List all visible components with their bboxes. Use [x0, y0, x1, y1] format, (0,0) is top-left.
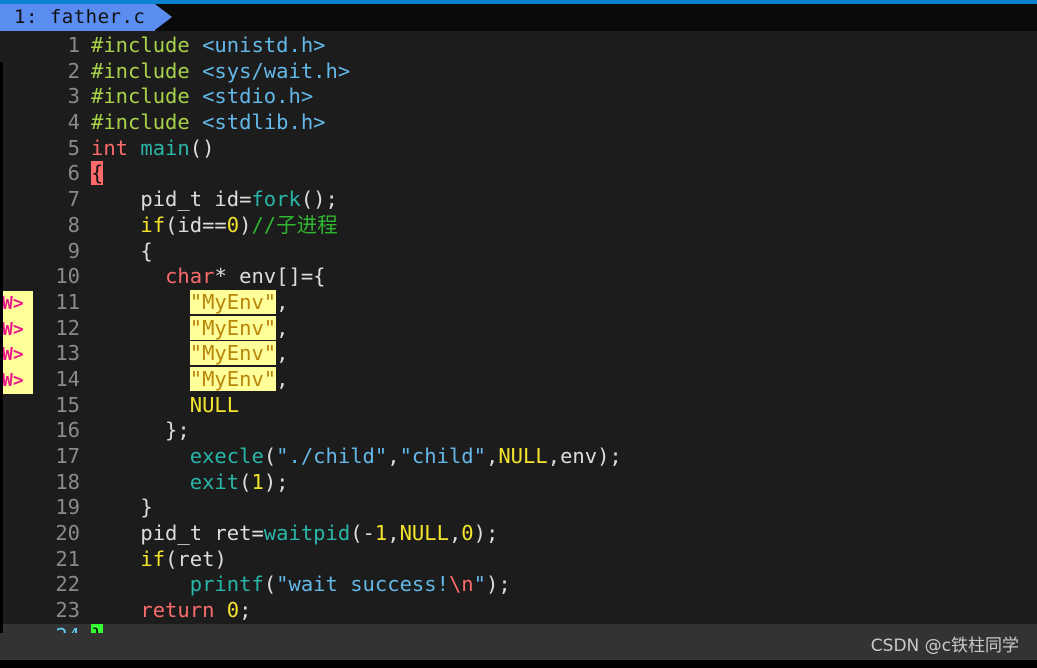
code-line[interactable]: W> 12 "MyEnv", — [0, 315, 1037, 343]
line-number: 19 — [55, 495, 80, 520]
line-number: 18 — [55, 469, 80, 494]
line-text[interactable]: { — [80, 161, 104, 187]
line-number: 13 — [55, 341, 80, 366]
line-text[interactable]: execle("./child","child",NULL,env); — [80, 444, 622, 470]
window-bottom-border — [0, 660, 1037, 668]
line-number: 15 — [55, 392, 80, 417]
warning-sign-marker[interactable]: W> — [0, 316, 33, 343]
line-text[interactable]: exit(1); — [80, 470, 289, 496]
line-text[interactable]: NULL — [80, 393, 239, 419]
line-text[interactable]: pid_t ret=waitpid(-1,NULL,0); — [80, 521, 498, 547]
string-highlight: "MyEnv" — [189, 341, 277, 366]
line-number: 3 — [67, 84, 80, 109]
line-number: 17 — [55, 444, 80, 468]
line-text[interactable]: #include <stdlib.h> — [80, 110, 326, 136]
code-line[interactable]: 4 #include <stdlib.h> — [0, 110, 1037, 136]
line-number: 2 — [67, 58, 80, 83]
code-line[interactable]: 6 { — [0, 161, 1037, 187]
code-line[interactable]: W> 14 "MyEnv", — [0, 366, 1037, 394]
line-text[interactable]: #include <stdio.h> — [80, 84, 313, 110]
line-text[interactable]: if(id==0)//子进程 — [80, 213, 337, 239]
line-number: 9 — [67, 238, 80, 263]
tab-father-c[interactable]: 1: father.c — [0, 4, 156, 31]
line-number: 20 — [55, 521, 80, 546]
code-line[interactable]: W> 11 "MyEnv", — [0, 289, 1037, 317]
line-number: 23 — [55, 598, 80, 623]
csdn-watermark: CSDN @c铁柱同学 — [870, 636, 1019, 656]
line-text[interactable]: }; — [80, 418, 190, 444]
line-number: 7 — [67, 187, 80, 212]
code-editor-area[interactable]: 1 #include <unistd.h> 2 #include <sys/wa… — [0, 31, 1037, 633]
code-line[interactable]: 8 if(id==0)//子进程 — [0, 213, 1037, 239]
line-number: 6 — [67, 161, 80, 186]
code-line[interactable]: 7 pid_t id=fork(); — [0, 187, 1037, 213]
line-text[interactable]: return 0; — [80, 598, 251, 624]
code-line[interactable]: 21 if(ret) — [0, 547, 1037, 573]
tab-arrow-icon — [155, 4, 173, 30]
line-number-current: 24 — [33, 624, 80, 633]
code-line[interactable]: 3 #include <stdio.h> — [0, 84, 1037, 110]
line-number: 1 — [67, 33, 80, 57]
code-line[interactable]: 19 } — [0, 495, 1037, 521]
line-text[interactable]: "MyEnv", — [80, 315, 289, 342]
code-line[interactable]: 17 execle("./child","child",NULL,env); — [0, 444, 1037, 470]
line-number: 22 — [55, 572, 80, 597]
tabline: 1: father.c — [0, 4, 1037, 31]
warning-sign-marker[interactable]: W> — [0, 342, 33, 368]
line-number: 5 — [67, 135, 80, 160]
line-number: 14 — [55, 366, 80, 391]
code-line[interactable]: W> 13 "MyEnv", — [0, 341, 1037, 368]
code-line[interactable]: 10 char* env[]={ — [0, 264, 1037, 290]
line-text[interactable]: } — [80, 623, 104, 633]
line-text[interactable]: "MyEnv", — [80, 341, 289, 367]
line-number: 16 — [55, 418, 80, 443]
line-text[interactable]: { — [80, 239, 152, 265]
tabline-empty-space — [172, 4, 1037, 31]
code-line[interactable]: 9 { — [0, 239, 1037, 265]
line-number: 4 — [67, 110, 80, 135]
line-text[interactable]: "MyEnv", — [80, 289, 289, 316]
string-highlight: "MyEnv" — [189, 289, 277, 314]
code-line-current[interactable]: 24 } — [0, 623, 1037, 633]
editor-left-edge — [0, 62, 3, 633]
code-line[interactable]: 22 printf("wait success!\n"); — [0, 572, 1037, 598]
line-text[interactable]: if(ret) — [80, 547, 226, 573]
line-text[interactable]: } — [80, 495, 152, 521]
line-text[interactable]: printf("wait success!\n"); — [80, 572, 511, 598]
warning-sign-marker[interactable]: W> — [0, 367, 33, 394]
string-highlight: "MyEnv" — [189, 315, 277, 340]
line-text[interactable]: pid_t id=fork(); — [80, 187, 338, 213]
line-text[interactable]: char* env[]={ — [80, 264, 325, 290]
code-line[interactable]: 15 NULL — [0, 393, 1037, 419]
status-bar: CSDN @c铁柱同学 — [0, 633, 1037, 660]
line-number: 10 — [55, 264, 80, 289]
line-text[interactable]: int main() — [80, 136, 214, 162]
code-line[interactable]: 20 pid_t ret=waitpid(-1,NULL,0); — [0, 521, 1037, 547]
line-number: 11 — [55, 289, 80, 314]
line-number: 21 — [55, 546, 80, 571]
line-text[interactable]: "MyEnv", — [80, 366, 289, 393]
line-number: 8 — [67, 212, 80, 237]
warning-sign-marker[interactable]: W> — [0, 290, 33, 317]
code-line[interactable]: 23 return 0; — [0, 598, 1037, 624]
vim-editor-window: 1: father.c 1 #include <unistd.h> 2 #inc… — [0, 0, 1037, 668]
code-line[interactable]: 1 #include <unistd.h> — [0, 33, 1037, 59]
line-number: 12 — [55, 315, 80, 340]
unmatched-brace-highlight: { — [91, 161, 104, 186]
code-line[interactable]: 18 exit(1); — [0, 470, 1037, 496]
line-text[interactable]: #include <unistd.h> — [80, 33, 326, 59]
code-line[interactable]: 5 int main() — [0, 136, 1037, 162]
code-line[interactable]: 2 #include <sys/wait.h> — [0, 59, 1037, 85]
line-text[interactable]: #include <sys/wait.h> — [80, 59, 350, 85]
matching-brace-cursor: } — [91, 623, 104, 633]
string-highlight: "MyEnv" — [189, 366, 277, 391]
code-line[interactable]: 16 }; — [0, 418, 1037, 444]
